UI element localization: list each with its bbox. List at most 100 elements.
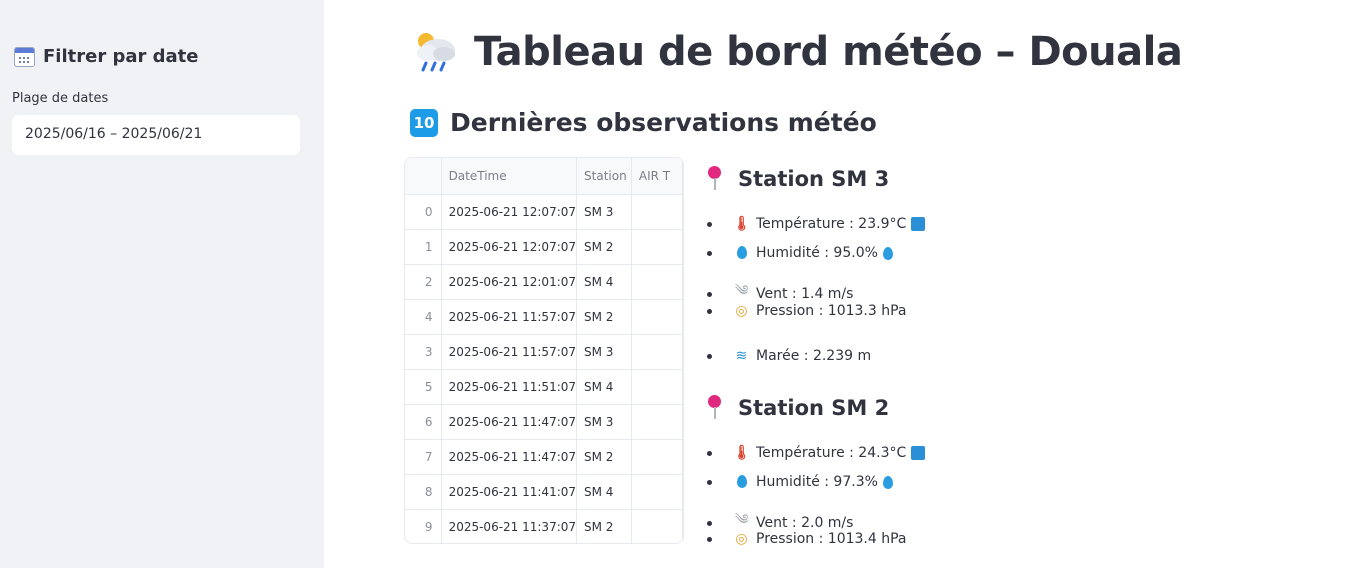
row-index: 2	[405, 264, 442, 300]
temperature-value: Température : 23.9°C	[756, 216, 907, 232]
ice-cube-icon	[911, 446, 926, 460]
compass-icon: ◎	[735, 303, 748, 319]
list-item: ◎ Pression : 1013.4 hPa	[706, 531, 907, 547]
list-item: ◎ Pression : 1013.3 hPa	[706, 303, 907, 319]
cell-air-temp[interactable]	[631, 474, 683, 510]
wave-icon: ≋	[735, 348, 748, 364]
round-pushpin-icon	[706, 166, 724, 192]
table-row: 1 2025-06-21 12:07:07 SM 2	[405, 229, 683, 265]
station-title: Station SM 3	[738, 167, 890, 191]
compass-icon: ◎	[735, 531, 748, 547]
row-index: 6	[405, 404, 442, 440]
keycap-ten-icon: 10	[410, 108, 438, 137]
cell-station[interactable]: SM 2	[576, 229, 632, 265]
section-title: Dernières observations météo	[450, 108, 877, 137]
cell-station[interactable]: SM 3	[576, 334, 632, 370]
sidebar: Filtrer par date Plage de dates 2025/06/…	[0, 0, 324, 568]
cell-air-temp[interactable]	[631, 194, 683, 230]
date-range-input[interactable]: 2025/06/16 – 2025/06/21	[12, 115, 300, 155]
table-row: 0 2025-06-21 12:07:07 SM 3	[405, 194, 683, 230]
row-index: 5	[405, 369, 442, 405]
row-index: 3	[405, 334, 442, 370]
list-item: Humidité : 95.0%	[706, 245, 893, 261]
row-index: 7	[405, 439, 442, 475]
list-item: 🌡 Température : 23.9°C	[706, 216, 926, 232]
row-index: 1	[405, 229, 442, 265]
ice-cube-icon	[911, 217, 926, 231]
table-header-row: DateTime Station AIR T	[405, 158, 683, 195]
cell-station[interactable]: SM 2	[576, 509, 632, 543]
table-row: 9 2025-06-21 11:37:07 SM 2	[405, 509, 683, 543]
cell-station[interactable]: SM 4	[576, 369, 632, 405]
droplet-icon	[733, 245, 750, 261]
table-row: 7 2025-06-21 11:47:07 SM 2	[405, 439, 683, 475]
tide-value: Marée : 2.239 m	[756, 348, 872, 364]
station-heading: Station SM 2	[706, 395, 889, 421]
row-index: 4	[405, 299, 442, 335]
wind-value: Vent : 1.4 m/s	[756, 286, 854, 302]
list-item: ≋ Marée : 2.239 m	[706, 348, 871, 364]
row-index: 0	[405, 194, 442, 230]
cell-station[interactable]: SM 4	[576, 264, 632, 300]
droplet-icon	[882, 246, 893, 260]
row-index: 8	[405, 474, 442, 510]
main-content: Tableau de bord météo – Douala 10 Derniè…	[324, 0, 1354, 568]
column-header-index[interactable]	[405, 158, 442, 195]
droplet-icon	[733, 474, 750, 490]
date-range-label: Plage de dates	[12, 91, 109, 106]
table-row: 6 2025-06-21 11:47:07 SM 3	[405, 404, 683, 440]
page-header: Tableau de bord météo – Douala	[410, 28, 1183, 76]
cell-station[interactable]: SM 3	[576, 194, 632, 230]
cell-air-temp[interactable]	[631, 439, 683, 475]
pressure-value: Pression : 1013.3 hPa	[756, 303, 907, 319]
sidebar-title: Filtrer par date	[43, 46, 199, 67]
cell-datetime[interactable]: 2025-06-21 12:07:07	[441, 229, 578, 265]
table-row: 4 2025-06-21 11:57:07 SM 2	[405, 299, 683, 335]
calendar-icon	[14, 46, 35, 67]
cell-air-temp[interactable]	[631, 264, 683, 300]
temperature-value: Température : 24.3°C	[756, 445, 907, 461]
cell-air-temp[interactable]	[631, 369, 683, 405]
cell-datetime[interactable]: 2025-06-21 11:37:07	[441, 509, 578, 543]
cell-air-temp[interactable]	[631, 509, 683, 543]
humidity-value: Humidité : 97.3%	[756, 474, 878, 490]
station-heading: Station SM 3	[706, 166, 889, 192]
round-pushpin-icon	[706, 395, 724, 421]
table-row: 5 2025-06-21 11:51:07 SM 4	[405, 369, 683, 405]
cell-air-temp[interactable]	[631, 299, 683, 335]
column-header-air-temp[interactable]: AIR T	[631, 158, 683, 195]
cell-datetime[interactable]: 2025-06-21 12:01:07	[441, 264, 578, 300]
cell-datetime[interactable]: 2025-06-21 11:51:07	[441, 369, 578, 405]
cell-datetime[interactable]: 2025-06-21 12:07:07	[441, 194, 578, 230]
cell-station[interactable]: SM 4	[576, 474, 632, 510]
rain-cloud-icon	[417, 33, 455, 72]
cell-datetime[interactable]: 2025-06-21 11:47:07	[441, 439, 578, 475]
humidity-value: Humidité : 95.0%	[756, 245, 878, 261]
page-title: Tableau de bord météo – Douala	[474, 29, 1183, 75]
list-item: 🌡 Température : 24.3°C	[706, 445, 926, 461]
pressure-value: Pression : 1013.4 hPa	[756, 531, 907, 547]
row-index: 9	[405, 509, 442, 543]
cell-datetime[interactable]: 2025-06-21 11:57:07	[441, 299, 578, 335]
cell-datetime[interactable]: 2025-06-21 11:41:07	[441, 474, 578, 510]
column-header-datetime[interactable]: DateTime	[441, 158, 578, 195]
thermometer-icon: 🌡	[733, 216, 751, 232]
table-row: 8 2025-06-21 11:41:07 SM 4	[405, 474, 683, 510]
cell-station[interactable]: SM 2	[576, 439, 632, 475]
section-header: 10 Dernières observations météo	[410, 108, 877, 137]
cell-station[interactable]: SM 2	[576, 299, 632, 335]
droplet-icon	[882, 475, 893, 489]
column-header-station[interactable]: Station	[576, 158, 632, 195]
station-title: Station SM 2	[738, 396, 890, 420]
table-row: 2 2025-06-21 12:01:07 SM 4	[405, 264, 683, 300]
cell-air-temp[interactable]	[631, 334, 683, 370]
observations-table[interactable]: DateTime Station AIR T 0 2025-06-21 12:0…	[404, 157, 684, 544]
cell-station[interactable]: SM 3	[576, 404, 632, 440]
cell-datetime[interactable]: 2025-06-21 11:57:07	[441, 334, 578, 370]
cell-air-temp[interactable]	[631, 404, 683, 440]
list-item: Humidité : 97.3%	[706, 474, 893, 490]
cell-datetime[interactable]: 2025-06-21 11:47:07	[441, 404, 578, 440]
table-row: 3 2025-06-21 11:57:07 SM 3	[405, 334, 683, 370]
cell-air-temp[interactable]	[631, 229, 683, 265]
thermometer-icon: 🌡	[733, 445, 751, 461]
